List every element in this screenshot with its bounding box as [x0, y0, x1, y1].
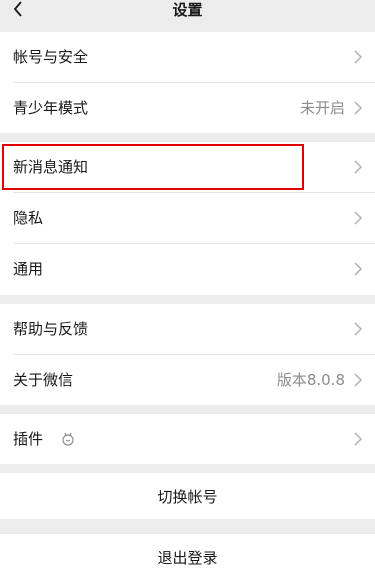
settings-item-youth-mode[interactable]: 青少年模式 未开启	[0, 83, 375, 133]
logout-label: 退出登录	[157, 548, 218, 567]
switch-account-button[interactable]: 切换帐号	[0, 473, 375, 519]
plugin-icon	[62, 432, 74, 446]
settings-group-help: 帮助与反馈 关于微信 版本8.0.8	[0, 304, 375, 405]
settings-item-label: 关于微信	[13, 371, 74, 389]
logout-button[interactable]: 退出登录	[0, 534, 375, 580]
settings-item-label: 帐号与安全	[13, 48, 89, 66]
settings-item-label: 通用	[13, 260, 44, 278]
settings-item-plugins[interactable]: 插件	[0, 414, 375, 464]
settings-group-plugins: 插件	[0, 414, 375, 464]
chevron-right-icon	[354, 432, 363, 446]
settings-item-label: 隐私	[13, 209, 44, 227]
settings-group-account: 帐号与安全 青少年模式 未开启	[0, 32, 375, 133]
settings-item-account-security[interactable]: 帐号与安全	[0, 32, 375, 82]
settings-item-general[interactable]: 通用	[0, 244, 375, 294]
settings-item-about[interactable]: 关于微信 版本8.0.8	[0, 355, 375, 405]
chevron-right-icon	[354, 322, 363, 336]
settings-item-value: 未开启	[299, 99, 345, 117]
chevron-right-icon	[354, 50, 363, 64]
chevron-right-icon	[354, 211, 363, 225]
version-value: 版本8.0.8	[276, 371, 345, 389]
settings-item-privacy[interactable]: 隐私	[0, 193, 375, 243]
settings-item-label: 青少年模式	[13, 99, 89, 117]
settings-item-label: 插件	[13, 430, 44, 448]
highlight-box	[2, 144, 304, 190]
chevron-right-icon	[354, 160, 363, 174]
switch-account-label: 切换帐号	[157, 487, 218, 506]
navigation-bar: 设置	[0, 0, 375, 22]
settings-item-label: 帮助与反馈	[13, 320, 89, 338]
chevron-right-icon	[354, 262, 363, 276]
settings-item-help-feedback[interactable]: 帮助与反馈	[0, 304, 375, 354]
chevron-right-icon	[354, 101, 363, 115]
page-title: 设置	[172, 1, 203, 19]
chevron-right-icon	[354, 373, 363, 387]
